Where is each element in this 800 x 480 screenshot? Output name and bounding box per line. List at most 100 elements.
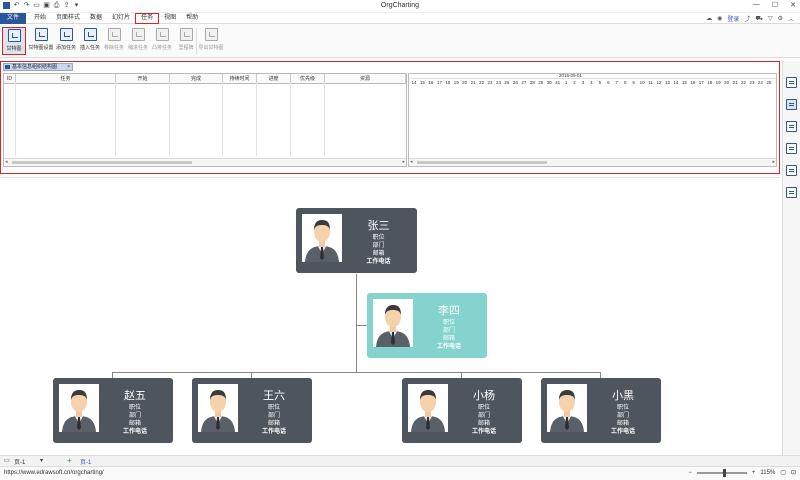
scroll-thumb[interactable] (417, 161, 547, 164)
add-page-button[interactable]: + (67, 456, 72, 465)
gantt-task-grid: ID 任务 开始 完成 持续时间 进度 优先级 资源 ◂ ▸ (3, 73, 407, 167)
menu-item-7[interactable]: 帮助 (181, 13, 203, 24)
person-name: 赵五 (124, 390, 146, 402)
ribbon-button-3[interactable]: 插入任务 (78, 27, 102, 55)
cart-icon[interactable]: ⛟ (755, 15, 763, 23)
data-panel-icon[interactable] (786, 143, 797, 154)
ribbon-button-icon (179, 28, 193, 41)
timeline-day-label: 23 (749, 80, 755, 85)
gantt-column-header[interactable]: 持续时间 (223, 74, 257, 84)
org-card-child[interactable]: 赵五 职位 部门 邮箱 工作电话 (53, 378, 173, 443)
ribbon-button-8[interactable]: 导出甘特图 (198, 27, 224, 55)
menu-item-0[interactable]: 文件 (0, 13, 27, 24)
maximize-icon[interactable]: ☐ (772, 1, 778, 9)
ribbon: 甘特图 甘特图设置 添加任务 插入任务 移除任务 缩进任务 凸排任务 里程碑 导出甘特图 (0, 24, 800, 58)
page-nav-icon[interactable]: ▭ (4, 457, 10, 464)
page-tab[interactable]: 页-1 (80, 457, 91, 466)
ribbon-button-label: 导出甘特图 (198, 45, 224, 51)
avatar (373, 299, 413, 347)
menu-item-2[interactable]: 页面样式 (51, 13, 85, 24)
org-card-child[interactable]: 王六 职位 部门 邮箱 工作电话 (192, 378, 312, 443)
login-link[interactable]: 登录 (727, 14, 739, 23)
close-icon[interactable]: ✕ (790, 1, 796, 9)
zoom-controls: − + 115% ▢ ⊡ (688, 468, 796, 477)
gantt-column-header[interactable]: 任务 (16, 74, 116, 84)
menu-item-1[interactable]: 开始 (29, 13, 51, 24)
ribbon-button-1[interactable]: 甘特图设置 (28, 27, 54, 55)
timeline-day-label: 17 (698, 80, 704, 85)
ribbon-button-4[interactable]: 移除任务 (102, 27, 126, 55)
gantt-document-tab[interactable]: 基本信息组织结构图 × (3, 63, 73, 71)
menu-item-4[interactable]: 幻灯片 (107, 13, 135, 24)
ribbon-button-2[interactable]: 添加任务 (54, 27, 78, 55)
scroll-right-icon[interactable]: ▸ (772, 159, 775, 165)
gantt-column-header[interactable]: 进度 (257, 74, 291, 84)
gantt-column-header[interactable]: 开始 (116, 74, 170, 84)
org-card-assistant[interactable]: 李四 职位 部门 邮箱 工作电话 (367, 293, 487, 358)
timeline-month-row: 2016-09-01 (409, 73, 776, 79)
ribbon-button-5[interactable]: 缩进任务 (126, 27, 150, 55)
gantt-column-header[interactable]: 完成 (170, 74, 223, 84)
user-icon[interactable]: ◉ (717, 15, 722, 22)
timeline-day-label: 1 (564, 80, 568, 85)
collapse-ribbon-icon[interactable]: ︿ (788, 14, 794, 23)
minimize-icon[interactable]: — (753, 1, 760, 9)
ribbon-button-6[interactable]: 凸排任务 (150, 27, 174, 55)
website-link[interactable]: https://www.edrawsoft.cn/orgcharting/ (4, 470, 104, 476)
ribbon-button-icon (131, 28, 145, 41)
search-panel-icon[interactable] (786, 187, 797, 198)
scroll-left-icon[interactable]: ◂ (410, 159, 413, 165)
org-card-child[interactable]: 小杨 职位 部门 邮箱 工作电话 (402, 378, 522, 443)
scroll-right-icon[interactable]: ▸ (402, 159, 405, 165)
timeline-day-label: 26 (512, 80, 518, 85)
avatar (408, 384, 448, 432)
org-card-child[interactable]: 小黑 职位 部门 邮箱 工作电话 (541, 378, 661, 443)
share-icon[interactable]: ⤴ (744, 14, 750, 23)
ribbon-separator (196, 28, 197, 54)
fit-width-icon[interactable]: ⊡ (791, 469, 796, 476)
page-selector[interactable]: 页-1 (14, 457, 25, 466)
status-bar: https://www.edrawsoft.cn/orgcharting/ − … (0, 466, 800, 480)
ribbon-button-7[interactable]: 里程碑 (174, 27, 198, 55)
style-panel-icon[interactable] (786, 99, 797, 110)
zoom-slider-knob[interactable] (722, 468, 726, 477)
scroll-left-icon[interactable]: ◂ (5, 159, 8, 165)
timeline-day-label: 3 (581, 80, 585, 85)
menu-item-5[interactable]: 任务 (135, 13, 160, 24)
gantt-column-header[interactable]: 优先级 (291, 74, 325, 84)
ribbon-button-0[interactable]: 甘特图 (2, 27, 26, 55)
ribbon-button-icon (83, 28, 97, 41)
hierarchy-panel-icon[interactable] (786, 165, 797, 176)
field-work-phone: 工作电话 (366, 259, 391, 265)
shirt-icon[interactable]: ▽ (768, 15, 773, 22)
layout-panel-icon[interactable] (786, 121, 797, 132)
cloud-icon[interactable]: ☁ (706, 15, 712, 22)
zoom-out-button[interactable]: − (688, 470, 692, 476)
menu-item-6[interactable]: 视图 (159, 13, 181, 24)
zoom-slider[interactable] (696, 468, 747, 477)
timeline-day-label: 16 (428, 80, 434, 85)
gantt-column-header[interactable]: 资源 (325, 74, 406, 84)
field-work-phone: 工作电话 (122, 429, 147, 435)
ribbon-button-icon (204, 28, 218, 41)
timeline-day-label: 17 (436, 80, 442, 85)
image-panel-icon[interactable] (786, 77, 797, 88)
ribbon-button-icon (107, 28, 121, 41)
timeline-horizontal-scrollbar[interactable]: ◂ ▸ (409, 158, 776, 166)
timeline-day-label: 13 (664, 80, 670, 85)
fit-page-icon[interactable]: ▢ (780, 469, 786, 476)
zoom-in-button[interactable]: + (752, 470, 756, 476)
timeline-day-label: 6 (607, 80, 610, 85)
org-card-root[interactable]: 张三 职位 部门 邮箱 工作电话 (296, 208, 417, 273)
close-tab-icon[interactable]: × (67, 64, 70, 70)
field-work-phone: 工作电话 (471, 429, 496, 435)
page-dropdown-icon[interactable]: ▾ (40, 457, 43, 464)
ribbon-button-label: 缩进任务 (127, 45, 148, 51)
menu-item-3[interactable]: 数据 (85, 13, 107, 24)
org-chart-canvas[interactable]: 张三 职位 部门 邮箱 工作电话 李四 职位 部门 邮箱 工作电话 赵五 职位 … (0, 177, 780, 447)
timeline-day-label: 30 (546, 80, 552, 85)
scroll-thumb[interactable] (12, 161, 192, 164)
timeline-day-row: 14 15 16 17 18 19 20 21 22 23 24 25 26 27 28 29 30 31 1 2 3 4… (409, 80, 776, 86)
settings-icon[interactable]: ⚙ (778, 15, 783, 22)
grid-horizontal-scrollbar[interactable]: ◂ ▸ (4, 158, 406, 166)
